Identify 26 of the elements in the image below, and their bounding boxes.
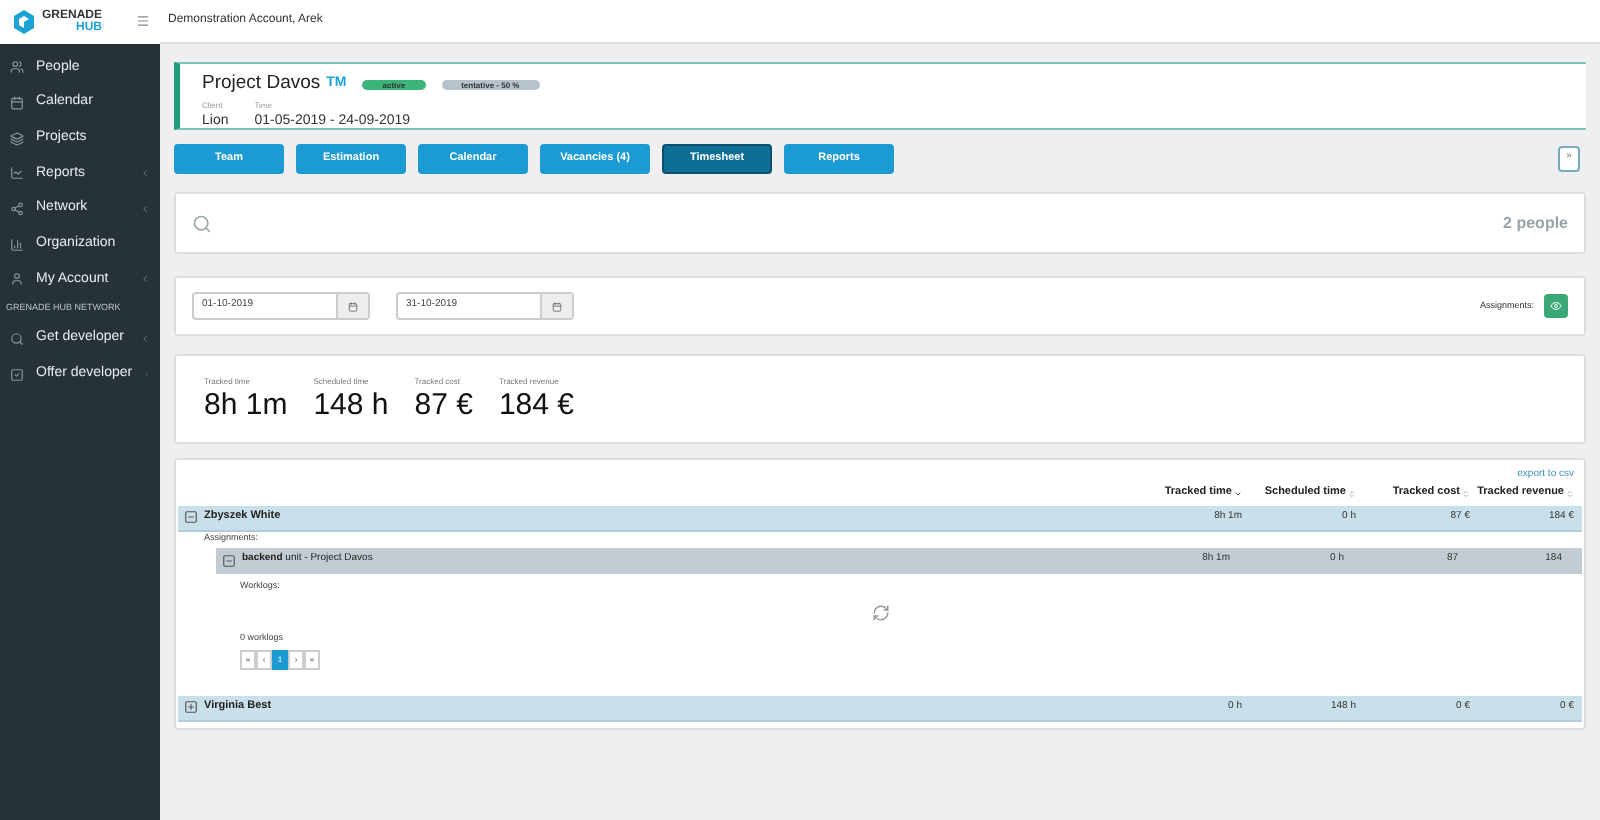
collapse-icon[interactable] <box>184 510 198 524</box>
stat-value: 184 € <box>498 388 574 422</box>
checkbox-icon <box>10 367 24 382</box>
layers-icon <box>10 131 24 146</box>
calendar-icon[interactable] <box>552 301 562 311</box>
logo-icon <box>12 10 36 34</box>
user-icon <box>10 272 24 287</box>
people-count: 2 people <box>1503 211 1568 235</box>
refresh-icon[interactable] <box>872 603 890 622</box>
stat-value: 148 h <box>313 388 389 422</box>
expand-icon[interactable] <box>184 700 198 714</box>
calendar-icon[interactable] <box>348 301 358 311</box>
search-icon <box>192 213 212 233</box>
collapse-icon[interactable] <box>222 553 236 567</box>
share-icon <box>10 202 24 217</box>
menu-icon[interactable] <box>136 14 150 28</box>
search-icon <box>10 332 24 347</box>
stat-value: 87 € <box>414 388 473 422</box>
chart-icon <box>10 166 24 181</box>
stat-value: 8h 1m <box>204 388 288 422</box>
eye-icon <box>1550 300 1562 312</box>
people-icon <box>10 60 24 75</box>
calendar-icon <box>10 96 24 111</box>
bar-chart-icon <box>10 237 24 252</box>
view-button[interactable] <box>1544 294 1568 318</box>
project-title: Project Davos <box>202 70 321 98</box>
